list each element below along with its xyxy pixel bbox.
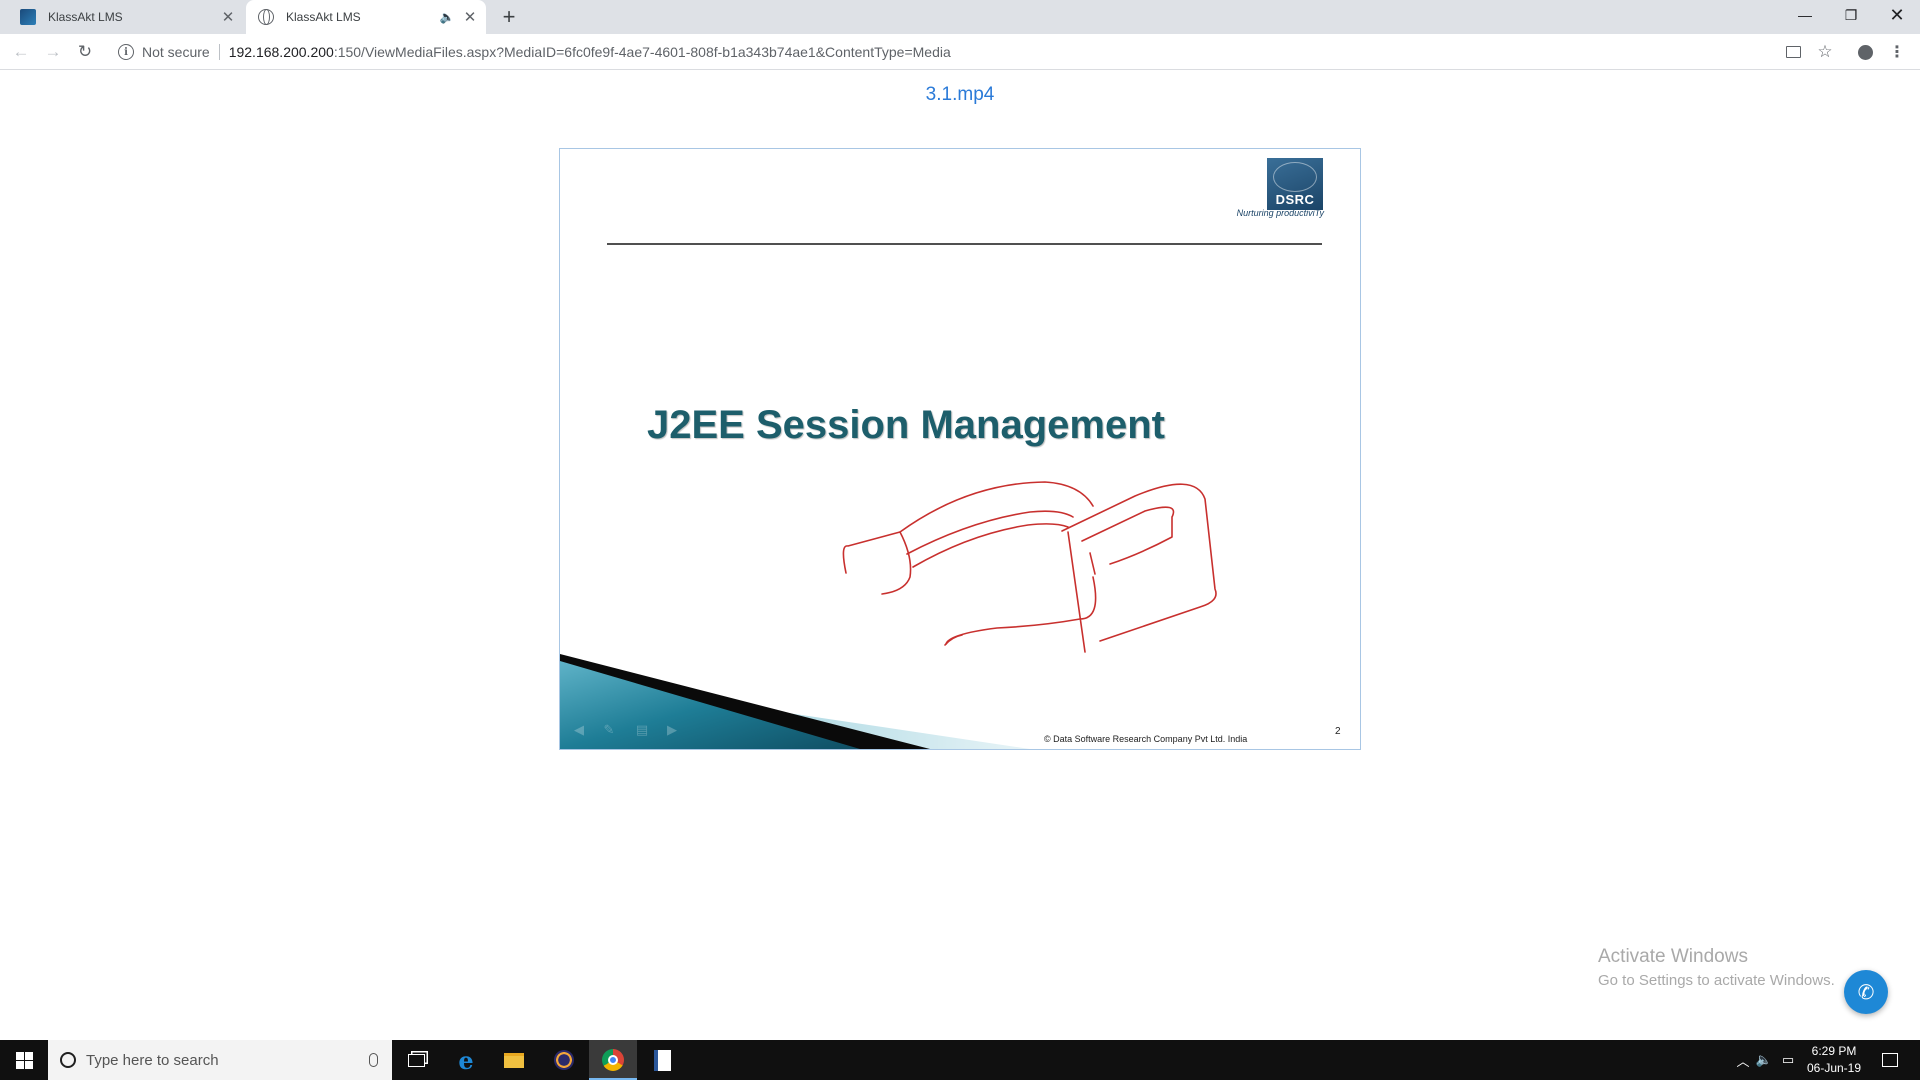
- start-button[interactable]: [0, 1040, 48, 1080]
- minimize-icon[interactable]: —: [1782, 0, 1828, 30]
- eclipse-taskbar-button[interactable]: [540, 1040, 588, 1080]
- chrome-icon: [602, 1049, 624, 1071]
- forward-arrow-icon[interactable]: →: [40, 39, 66, 65]
- tab-title: KlassAkt LMS: [48, 10, 123, 24]
- activate-windows-title: Activate Windows: [1598, 946, 1748, 967]
- search-placeholder[interactable]: Type here to search: [86, 1052, 369, 1069]
- phone-icon: ✆: [1857, 981, 1875, 1004]
- clock-date: 06-Jun-19: [1806, 1061, 1862, 1075]
- file-explorer-taskbar-button[interactable]: [490, 1040, 538, 1080]
- back-arrow-icon[interactable]: ←: [8, 39, 34, 65]
- media-title: 3.1.mp4: [925, 84, 995, 105]
- slide-background: [560, 481, 1217, 749]
- volume-icon[interactable]: 🔈: [1754, 1040, 1774, 1080]
- speaker-icon[interactable]: 🔈: [438, 8, 456, 26]
- tab-klassakt-1[interactable]: KlassAkt LMS ✕: [8, 0, 244, 34]
- folder-icon: [504, 1052, 524, 1068]
- task-view-button[interactable]: [392, 1040, 440, 1080]
- activate-windows-subtitle: Go to Settings to activate Windows.: [1598, 972, 1835, 989]
- taskbar-search-box[interactable]: Type here to search: [48, 1040, 392, 1080]
- slide-copyright: © Data Software Research Company Pvt Ltd…: [1044, 734, 1248, 744]
- network-icon[interactable]: ▭: [1778, 1040, 1798, 1080]
- slide-back-icon[interactable]: ◀: [570, 721, 588, 739]
- cast-icon[interactable]: [1784, 43, 1802, 61]
- browser-tab-strip: KlassAkt LMS ✕ KlassAkt LMS 🔈 ✕ + — ❐ ✕: [0, 0, 1920, 34]
- clock-time: 6:29 PM: [1811, 1044, 1857, 1058]
- globe-favicon-icon: [258, 9, 274, 25]
- close-window-icon[interactable]: ✕: [1874, 0, 1920, 30]
- show-hidden-icons-chevron-icon[interactable]: ︿: [1734, 1040, 1752, 1080]
- windows-taskbar: Type here to search e ︿ 🔈 ▭ 6:29 PM 06-J…: [0, 1040, 1920, 1080]
- divider: [218, 44, 220, 60]
- slide-menu-icon[interactable]: ▤: [633, 721, 651, 739]
- bookmark-star-icon[interactable]: ☆: [1816, 42, 1834, 61]
- slide-pen-icon[interactable]: ✎: [600, 721, 618, 739]
- dsrc-logo: DSRC: [1267, 158, 1323, 210]
- cortana-icon: [60, 1052, 76, 1068]
- slide-page-number: 2: [1335, 726, 1341, 737]
- tab-klassakt-2[interactable]: KlassAkt LMS 🔈 ✕: [246, 0, 486, 34]
- edge-taskbar-button[interactable]: e: [442, 1040, 490, 1080]
- eclipse-icon: [554, 1050, 574, 1070]
- close-tab-icon[interactable]: ✕: [460, 7, 480, 27]
- pen-annotation: [842, 481, 1217, 653]
- info-icon[interactable]: i: [118, 44, 134, 60]
- security-label[interactable]: Not secure: [142, 44, 210, 60]
- menu-kebab-icon[interactable]: ⋮: [1888, 43, 1906, 61]
- address-bar[interactable]: i Not secure 192.168.200.200:150/ViewMed…: [108, 38, 1758, 66]
- edge-icon: e: [458, 1045, 474, 1075]
- restore-icon[interactable]: ❐: [1828, 0, 1874, 30]
- new-tab-button[interactable]: +: [496, 4, 522, 30]
- windows-logo-icon: [15, 1051, 33, 1069]
- action-center-button[interactable]: [1870, 1040, 1910, 1080]
- document-viewer-taskbar-button[interactable]: [638, 1040, 686, 1080]
- chrome-taskbar-button[interactable]: [589, 1040, 637, 1080]
- logo-tagline: Nurturing productiviTy: [1236, 208, 1324, 218]
- microphone-icon[interactable]: [369, 1053, 378, 1067]
- browser-toolbar: ← → ↻ i Not secure 192.168.200.200:150/V…: [0, 34, 1920, 70]
- notification-icon: [1882, 1053, 1898, 1067]
- klassakt-favicon-icon: [20, 9, 36, 25]
- account-icon[interactable]: [1856, 43, 1874, 61]
- task-view-icon: [407, 1053, 425, 1067]
- logo-text: DSRC: [1275, 192, 1315, 207]
- url-path[interactable]: :150/ViewMediaFiles.aspx?MediaID=6fc0fe9…: [334, 44, 951, 60]
- document-icon: [653, 1049, 671, 1071]
- close-tab-icon[interactable]: ✕: [218, 7, 238, 27]
- slide-forward-icon[interactable]: ▶: [663, 721, 681, 739]
- slide-divider: [607, 243, 1322, 245]
- system-clock[interactable]: 6:29 PM 06-Jun-19: [1802, 1043, 1866, 1077]
- call-support-button[interactable]: ✆: [1844, 970, 1888, 1014]
- slide-title: J2EE Session Management: [647, 403, 1165, 447]
- url-host[interactable]: 192.168.200.200: [229, 44, 334, 60]
- video-player[interactable]: DSRC Nurturing productiviTy J2EE Session…: [559, 148, 1361, 750]
- reload-icon[interactable]: ↻: [72, 39, 98, 65]
- tab-title: KlassAkt LMS: [286, 10, 361, 24]
